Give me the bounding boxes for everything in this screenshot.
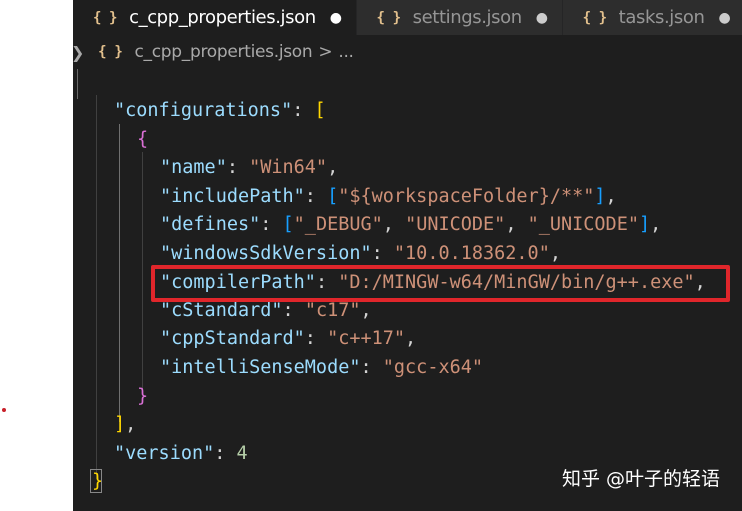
tab-bar: { } c_cpp_properties.json ● { } settings… [73, 0, 742, 35]
marker-dot [2, 408, 6, 412]
code-line: "cppStandard": "c++17", [160, 328, 417, 349]
json-braces-icon: { } [98, 44, 123, 60]
code-editor[interactable]: { } c_cpp_properties.json ● { } settings… [71, 0, 742, 511]
code-line: "intelliSenseMode": "gcc-x64" [160, 357, 484, 378]
watermark: 知乎 @叶子的轻语 [561, 468, 720, 490]
code-line: { [137, 126, 148, 154]
tab-settings[interactable]: { } settings.json ● [356, 0, 563, 35]
code-line: "version": 4 [114, 443, 248, 464]
highlight-box [151, 265, 730, 302]
code-line: "name": "Win64", [160, 157, 339, 178]
code-line: "defines": ["_DEBUG", "UNICODE", "_UNICO… [160, 214, 662, 235]
json-braces-icon: { } [376, 9, 401, 26]
bracket-match-box [90, 469, 102, 493]
code-line: "includePath": ["${workspaceFolder}/**"]… [160, 186, 617, 207]
json-braces-icon: { } [93, 9, 118, 26]
code-line: } [137, 386, 149, 407]
brace: { [137, 129, 149, 150]
json-key: "configurations" [114, 100, 293, 121]
json-braces-icon: { } [582, 9, 607, 26]
indent-guide [142, 152, 143, 394]
indent-guide [96, 95, 97, 479]
breadcrumb-file[interactable]: c_cpp_properties.json [135, 42, 313, 62]
unsaved-dot-icon[interactable]: ● [536, 10, 548, 26]
indent-guide-active [119, 124, 120, 422]
code-line: "configurations": [ [114, 100, 326, 121]
tab-label: tasks.json [618, 7, 705, 28]
tab-c-cpp-properties[interactable]: { } c_cpp_properties.json ● [73, 0, 357, 35]
chevron-right-icon: ❯ [71, 42, 85, 62]
breadcrumb: ❯ { } c_cpp_properties.json > ... [71, 35, 742, 69]
left-margin-panel [0, 0, 73, 511]
bracket: [ [314, 100, 326, 121]
text-cursor [77, 69, 78, 99]
unsaved-dot-icon[interactable]: ● [718, 10, 730, 26]
code-line: ], [114, 414, 137, 435]
breadcrumb-symbol[interactable]: ... [338, 42, 354, 62]
tab-tasks[interactable]: { } tasks.json ● [562, 0, 742, 35]
unsaved-dot-icon[interactable]: ● [330, 10, 342, 26]
breadcrumb-separator: > [318, 42, 333, 62]
tab-label: c_cpp_properties.json [129, 7, 316, 28]
tab-label: settings.json [412, 7, 523, 28]
code-line: "windowsSdkVersion": "10.0.18362.0", [160, 243, 561, 264]
